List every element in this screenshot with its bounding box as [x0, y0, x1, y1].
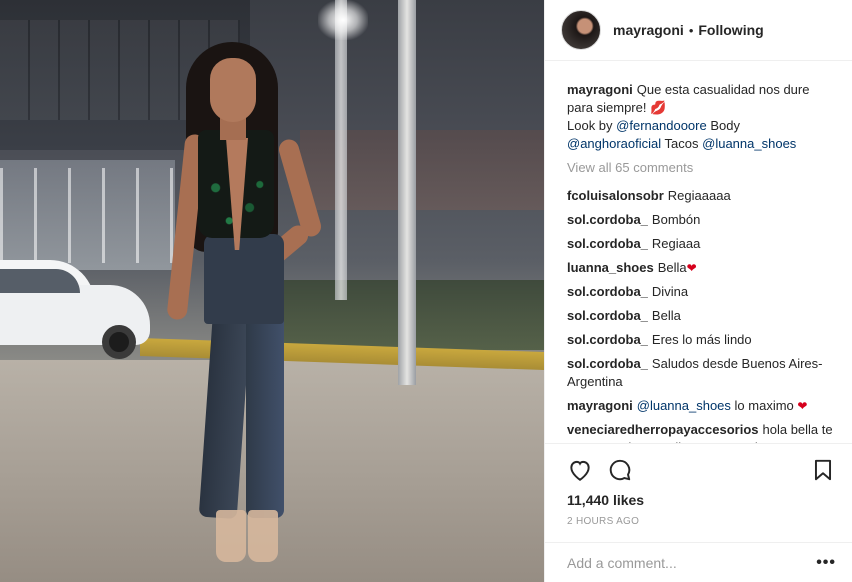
comment-username[interactable]: sol.cordoba_ [567, 308, 648, 323]
comment-username[interactable]: sol.cordoba_ [567, 332, 648, 347]
mention-link[interactable]: @fernandooore [616, 118, 707, 133]
comment-username[interactable]: sol.cordoba_ [567, 284, 648, 299]
red-heart-icon: ❤ [797, 399, 808, 413]
lamp-post [398, 0, 416, 385]
comment-item: sol.cordoba_ Divina [567, 284, 689, 299]
post-photo[interactable] [0, 0, 544, 582]
comment-item: veneciaredherropayaccesorios hola bella t… [567, 422, 833, 443]
comment-item: sol.cordoba_ Saludos desde Buenos Aires- … [567, 356, 823, 389]
post-timestamp[interactable]: 2 HOURS AGO [567, 516, 836, 527]
comment-username[interactable]: fcoluisalonsobr [567, 188, 664, 203]
post-sidebar: mayragoni • Following mayragoni Que esta … [544, 0, 852, 582]
likes-count[interactable]: 11,440 likes [567, 492, 836, 508]
comment-username[interactable]: mayragoni [567, 398, 633, 413]
post-actions: 11,440 likes 2 HOURS AGO ••• [545, 443, 852, 582]
avatar[interactable] [561, 10, 601, 50]
header-username[interactable]: mayragoni [613, 22, 684, 38]
comment-item: sol.cordoba_ Eres lo más lindo [567, 332, 752, 347]
woman-figure [120, 38, 340, 568]
comment-item: sol.cordoba_ Bella [567, 308, 681, 323]
bookmark-icon[interactable] [810, 457, 836, 483]
heart-icon[interactable] [567, 457, 593, 483]
view-all-comments-link[interactable]: View all 65 comments [567, 159, 836, 177]
mention-link[interactable]: @luanna_shoes [702, 136, 796, 151]
comment-username[interactable]: veneciaredherropayaccesorios [567, 422, 759, 437]
mention-link[interactable]: @luanna_shoes [637, 398, 731, 413]
comment-item: fcoluisalonsobr Regiaaaaa [567, 188, 731, 203]
comment-item: luanna_shoes Bella❤ [567, 260, 697, 275]
comment-item: sol.cordoba_ Bombón [567, 212, 701, 227]
post-caption: mayragoni Que esta casualidad nos dure pa… [567, 82, 810, 151]
header-separator: • [688, 22, 694, 38]
post-header: mayragoni • Following [545, 0, 852, 61]
add-comment-input[interactable] [567, 554, 817, 571]
mention-link[interactable]: @anghoraoficial [567, 136, 661, 151]
comment-username[interactable]: sol.cordoba_ [567, 212, 648, 227]
comment-icon[interactable] [607, 457, 633, 483]
comment-username[interactable]: sol.cordoba_ [567, 356, 648, 371]
comment-username[interactable]: luanna_shoes [567, 260, 654, 275]
red-heart-icon: ❤ [686, 261, 697, 275]
add-comment-bar: ••• [545, 542, 852, 582]
comment-item: mayragoni @luanna_shoes lo maximo ❤ [567, 398, 808, 413]
comment-item: sol.cordoba_ Regiaaa [567, 236, 701, 251]
more-options-icon[interactable]: ••• [816, 554, 836, 572]
instagram-post: mayragoni • Following mayragoni Que esta … [0, 0, 852, 582]
lips-emoji-icon: 💋 [650, 100, 667, 115]
action-icons [567, 452, 836, 488]
caption-username[interactable]: mayragoni [567, 82, 633, 97]
comments-list[interactable]: mayragoni Que esta casualidad nos dure pa… [545, 61, 852, 443]
comment-username[interactable]: sol.cordoba_ [567, 236, 648, 251]
following-button[interactable]: Following [698, 22, 763, 38]
